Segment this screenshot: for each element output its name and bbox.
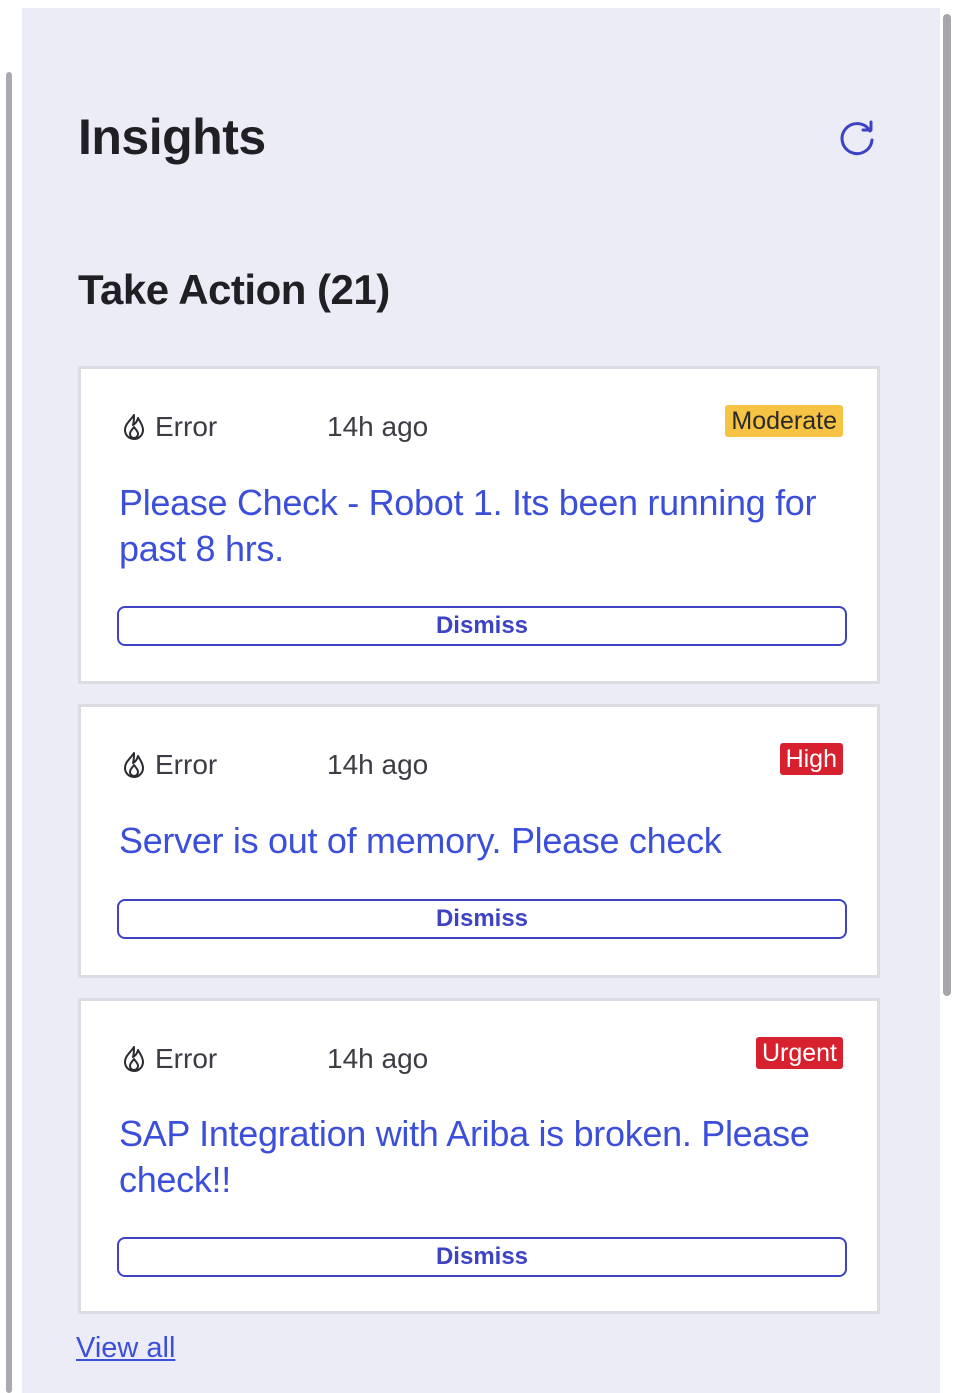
section-title: Take Action (21) bbox=[78, 266, 390, 313]
severity-badge: Urgent bbox=[755, 1037, 843, 1069]
view-all-link[interactable]: View all bbox=[76, 1332, 175, 1365]
page-title: Insights bbox=[78, 109, 266, 165]
type-label: Error bbox=[155, 1043, 218, 1074]
type-label: Error bbox=[155, 411, 218, 442]
flame-icon bbox=[124, 414, 144, 440]
flame-icon bbox=[124, 1046, 144, 1072]
severity-badge: High bbox=[779, 743, 843, 775]
card-type: Error bbox=[119, 1039, 217, 1079]
timestamp: 14h ago bbox=[327, 411, 429, 442]
insight-message-link[interactable]: SAP Integration with Ariba is broken. Pl… bbox=[119, 1111, 817, 1203]
insight-card: Error 14h ago Moderate Please Check - Ro… bbox=[78, 366, 880, 684]
dismiss-button[interactable]: Dismiss bbox=[117, 606, 847, 646]
timestamp: 14h ago bbox=[327, 1043, 429, 1074]
insight-message-link[interactable]: Please Check - Robot 1. Its been running… bbox=[119, 480, 817, 572]
type-label: Error bbox=[155, 749, 218, 780]
refresh-icon[interactable] bbox=[836, 118, 878, 160]
left-border bbox=[6, 72, 12, 1393]
insight-card: Error 14h ago Urgent SAP Integration wit… bbox=[78, 998, 880, 1314]
insight-message-link[interactable]: Server is out of memory. Please check bbox=[119, 818, 817, 864]
scrollbar[interactable] bbox=[943, 14, 951, 996]
insight-card: Error 14h ago High Server is out of memo… bbox=[78, 704, 880, 978]
card-type: Error bbox=[119, 745, 217, 785]
timestamp: 14h ago bbox=[327, 749, 429, 780]
flame-icon bbox=[124, 752, 144, 778]
card-type: Error bbox=[119, 407, 217, 447]
dismiss-button[interactable]: Dismiss bbox=[117, 1237, 847, 1277]
dismiss-button[interactable]: Dismiss bbox=[117, 899, 847, 939]
severity-badge: Moderate bbox=[725, 405, 843, 437]
